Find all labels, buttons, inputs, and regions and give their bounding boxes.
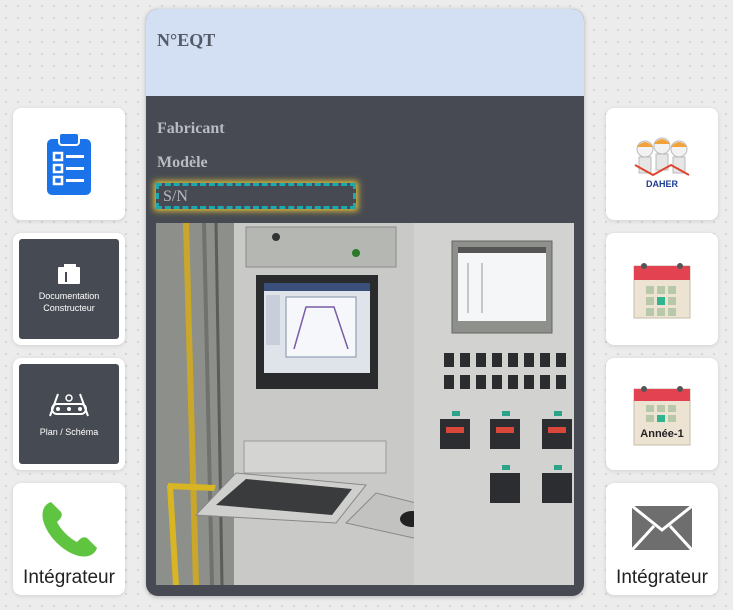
calendar-previous-year: Année-1 <box>632 381 692 447</box>
modele-field: Modèle <box>157 154 208 171</box>
team-logo-text: DAHER <box>646 179 679 189</box>
documentation-label: Documentation Constructeur <box>38 291 100 313</box>
serial-number-field[interactable]: S/N <box>156 183 356 209</box>
documentation-panel: Documentation Constructeur <box>19 239 119 339</box>
fabricant-field: Fabricant <box>157 120 225 137</box>
integrator-phone-label: Intégrateur <box>23 567 115 588</box>
integrator-mail-label: Intégrateur <box>616 567 708 588</box>
calendar-icon <box>633 263 691 319</box>
plan-label: Plan / Schéma <box>39 427 99 437</box>
team-logo: DAHER <box>634 137 690 189</box>
mail-icon <box>630 504 694 552</box>
folder-icon <box>58 264 80 284</box>
equipment-card: N°EQT Fabricant Modèle S/N <box>146 9 584 596</box>
equipment-photo <box>156 223 574 585</box>
previous-year-label: Année-1 <box>640 428 684 440</box>
calendar-previous-year-tile[interactable]: Année-1 <box>606 358 718 470</box>
clipboard-icon <box>47 132 91 195</box>
calendar-tile[interactable] <box>606 233 718 345</box>
conveyor-icon <box>49 393 89 417</box>
integrator-phone-tile[interactable]: Intégrateur <box>13 483 125 595</box>
equipment-rack-image <box>156 223 574 585</box>
card-header: N°EQT <box>146 9 584 96</box>
checklist-tile[interactable] <box>13 108 125 220</box>
serial-number-label: S/N <box>163 188 188 205</box>
plan-panel: Plan / Schéma <box>19 364 119 464</box>
phone-icon <box>42 502 97 557</box>
integrator-mail-tile[interactable]: Intégrateur <box>606 483 718 595</box>
equipment-number-title: N°EQT <box>157 30 216 50</box>
plan-tile[interactable]: Plan / Schéma <box>13 358 125 470</box>
team-tile[interactable]: DAHER <box>606 108 718 220</box>
documentation-tile[interactable]: Documentation Constructeur <box>13 233 125 345</box>
